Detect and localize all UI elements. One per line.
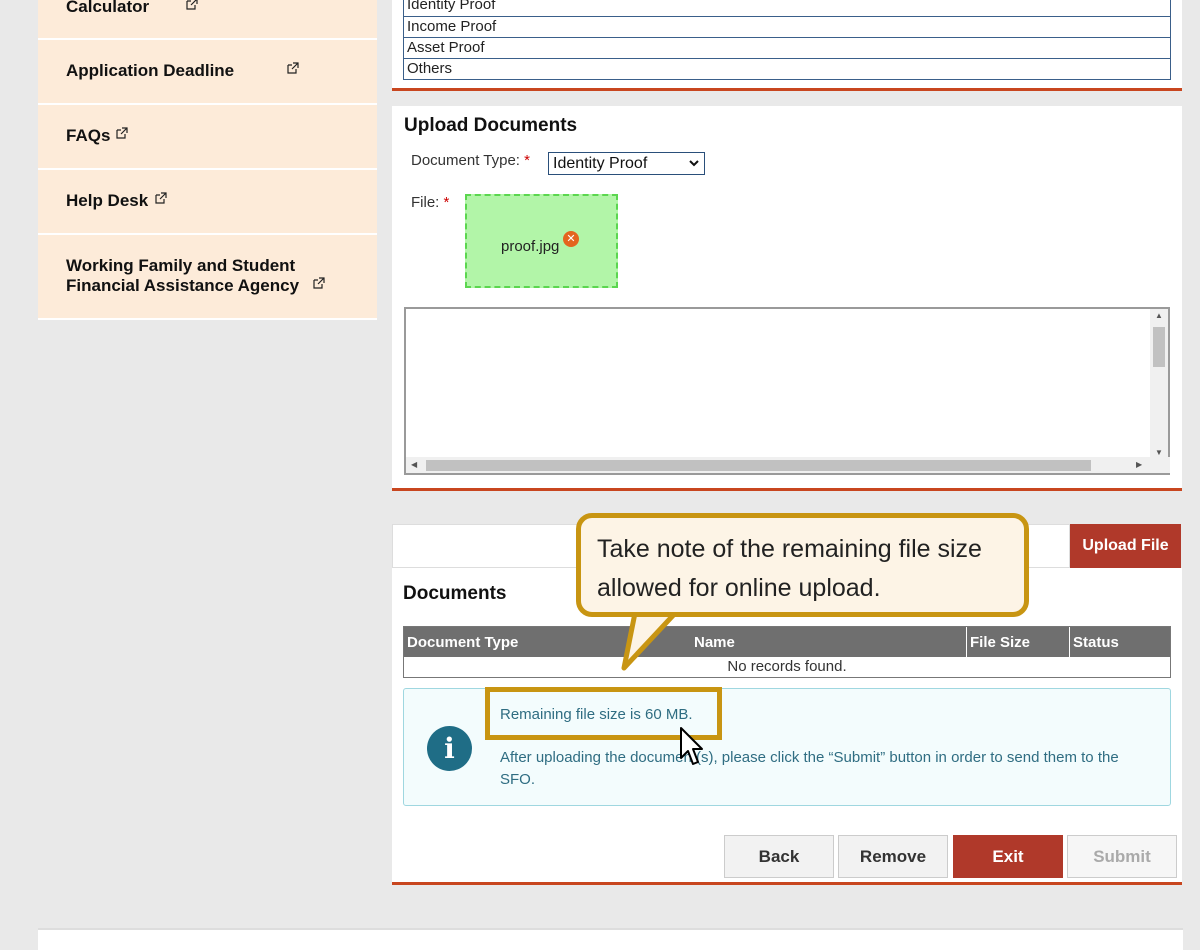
chevron-down-icon	[689, 160, 699, 167]
sidebar-item-label: Financial Assistance Agency	[66, 276, 300, 295]
callout-line: Take note of the remaining file size	[597, 535, 982, 563]
external-link-icon	[155, 192, 167, 204]
column-header[interactable]: Name	[694, 634, 735, 651]
upload-file-button[interactable]: Upload File	[1070, 524, 1181, 568]
sidebar-item-wfsfaa[interactable]: Working Family and Student Financial Ass…	[38, 235, 377, 320]
info-icon: i	[427, 726, 472, 771]
file-name: proof.jpg	[501, 238, 560, 255]
sidebar-item-label: Calculator	[66, 0, 150, 16]
column-separator	[966, 627, 967, 657]
scroll-up-icon[interactable]: ▲	[1155, 311, 1163, 320]
scroll-left-icon[interactable]: ◀	[411, 460, 417, 469]
file-dropzone[interactable]: proof.jpg ✕	[465, 194, 618, 288]
sidebar-item-label: Help Desk	[66, 191, 149, 210]
callout-text: Take note of the remaining file size all…	[597, 530, 982, 608]
section-divider	[392, 488, 1182, 491]
scroll-down-icon[interactable]: ▼	[1155, 448, 1163, 457]
sidebar-item-label: Working Family and Student	[66, 256, 296, 275]
mouse-pointer-icon	[680, 727, 703, 765]
remove-button[interactable]: Remove	[838, 835, 948, 878]
section-divider	[392, 882, 1182, 885]
scroll-thumb[interactable]	[1153, 327, 1165, 367]
list-item[interactable]: Income Proof	[404, 16, 1170, 37]
submit-button[interactable]: Submit	[1067, 835, 1177, 878]
external-link-icon	[186, 0, 198, 10]
list-item[interactable]: Asset Proof	[404, 37, 1170, 58]
callout-line: allowed for online upload.	[597, 574, 881, 602]
column-separator	[1069, 627, 1070, 657]
upload-title: Upload Documents	[404, 115, 578, 136]
external-link-icon	[287, 62, 299, 74]
sidebar-item-application-deadline[interactable]: Application Deadline	[38, 40, 377, 105]
scroll-thumb[interactable]	[426, 460, 1091, 471]
preview-textarea[interactable]: ▲ ▼ ◀ ▶	[404, 307, 1170, 475]
back-button[interactable]: Back	[724, 835, 834, 878]
sidebar-item-help-desk[interactable]: Help Desk	[38, 170, 377, 235]
documents-title: Documents	[403, 583, 507, 604]
sidebar-item-label: FAQs	[66, 126, 111, 145]
column-header[interactable]: Document Type	[407, 634, 518, 651]
doc-type-list: Identity Proof Income Proof Asset Proof …	[403, 0, 1171, 80]
sidebar-item-label: Application Deadline	[66, 61, 235, 80]
horizontal-scrollbar[interactable]: ◀ ▶	[406, 457, 1170, 473]
external-link-icon	[313, 277, 325, 289]
table-row-empty: No records found.	[727, 658, 847, 675]
doc-type-select[interactable]: Identity Proof	[548, 152, 705, 175]
list-item[interactable]: Identity Proof	[404, 0, 1170, 16]
submit-note-line2: SFO.	[500, 771, 536, 788]
doc-type-selected: Identity Proof	[553, 155, 648, 172]
sidebar: Calculator Application Deadline FAQs Hel…	[38, 0, 377, 320]
remove-file-icon[interactable]: ✕	[563, 231, 579, 247]
exit-button[interactable]: Exit	[953, 835, 1063, 878]
section-divider	[392, 88, 1182, 91]
documents-table: Document Type Name File Size Status No r…	[403, 626, 1171, 678]
doc-type-label: Document Type: *	[411, 152, 530, 169]
external-link-icon	[116, 127, 128, 139]
table-header: Document Type Name File Size Status	[404, 627, 1170, 657]
footer	[38, 928, 1183, 950]
column-header[interactable]: Status	[1073, 634, 1119, 651]
sidebar-item-calculator[interactable]: Calculator	[38, 0, 377, 40]
scroll-right-icon[interactable]: ▶	[1136, 460, 1142, 469]
submit-note-line1: After uploading the document(s), please …	[500, 749, 1119, 766]
tutorial-callout: Take note of the remaining file size all…	[576, 513, 1029, 617]
sidebar-item-faqs[interactable]: FAQs	[38, 105, 377, 170]
vertical-scrollbar[interactable]: ▲ ▼	[1150, 309, 1168, 459]
column-header[interactable]: File Size	[970, 634, 1030, 651]
list-item[interactable]: Others	[404, 58, 1170, 79]
file-label: File: *	[411, 194, 450, 211]
